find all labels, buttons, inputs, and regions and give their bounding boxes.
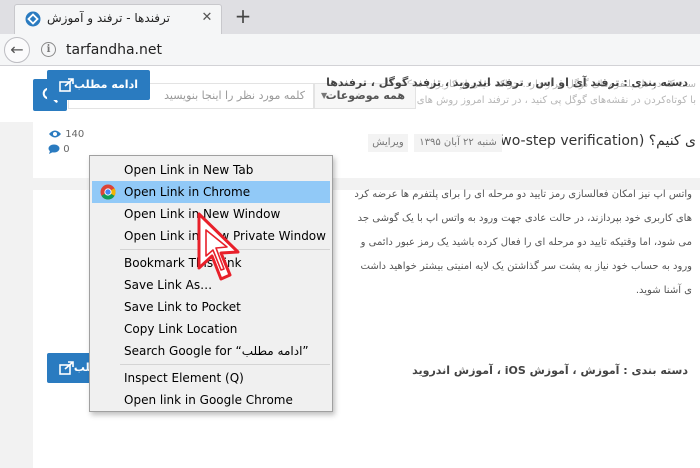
tab-tarfandha[interactable]: ترفندها - ترفند و آموزش ✕ [14, 4, 222, 34]
cursor-pointer-icon [197, 212, 240, 281]
menu-item-copy-link-location[interactable]: Copy Link Location [92, 318, 330, 340]
category-label: همه موضوعات [325, 89, 405, 102]
views-counter: 140 [48, 129, 84, 140]
back-arrow-icon: ← [10, 40, 24, 59]
menu-item-open-google-chrome[interactable]: Open link in Google Chrome [92, 389, 330, 411]
read-more-button[interactable]: ادامه مطلب [47, 70, 150, 100]
site-info-icon[interactable]: i [41, 42, 56, 57]
share-icon [59, 78, 74, 92]
eye-icon [49, 130, 61, 138]
nav-bar: ← i tarfandha.net [0, 34, 700, 66]
menu-item-open-new-tab[interactable]: Open Link in New Tab [92, 159, 330, 181]
tab-title: ترفندها - ترفند و آموزش [47, 11, 171, 25]
menu-item-search-google[interactable]: Search Google for “ادامه مطلب” [92, 340, 330, 362]
tab-close-icon[interactable]: ✕ [199, 10, 215, 26]
post-date: شنبه ۲۲ آبان ۱۳۹۵ [414, 134, 502, 152]
url-bar[interactable]: tarfandha.net [66, 42, 162, 58]
chrome-icon [100, 184, 116, 200]
site-favicon-icon [25, 11, 41, 27]
comment-icon [48, 144, 60, 154]
post-title[interactable]: ی کنیم؟ (Two-step verification) [489, 133, 696, 149]
comments-counter: 0 [48, 144, 70, 155]
post-edit-link[interactable]: ویرایش [368, 134, 408, 152]
post-excerpt: واتس اپ نیز امکان فعالسازی رمز تایید دو … [354, 189, 692, 296]
menu-separator [120, 364, 330, 365]
menu-item-inspect-element[interactable]: Inspect Element (Q) [92, 367, 330, 389]
menu-item-save-to-pocket[interactable]: Save Link to Pocket [92, 296, 330, 318]
post-tags[interactable]: دسته بندی : ترفند آی او اس ، ترفند اندرو… [326, 76, 688, 89]
share-icon [59, 361, 74, 375]
post-tags[interactable]: دسته بندی : آموزش ، آموزش iOS ، آموزش ان… [412, 364, 688, 377]
new-tab-button[interactable]: + [233, 5, 253, 27]
tab-strip: ترفندها - ترفند و آموزش ✕ + [0, 0, 700, 34]
menu-item-open-in-chrome[interactable]: Open Link in Chrome [92, 181, 330, 203]
back-button[interactable]: ← [4, 37, 30, 63]
